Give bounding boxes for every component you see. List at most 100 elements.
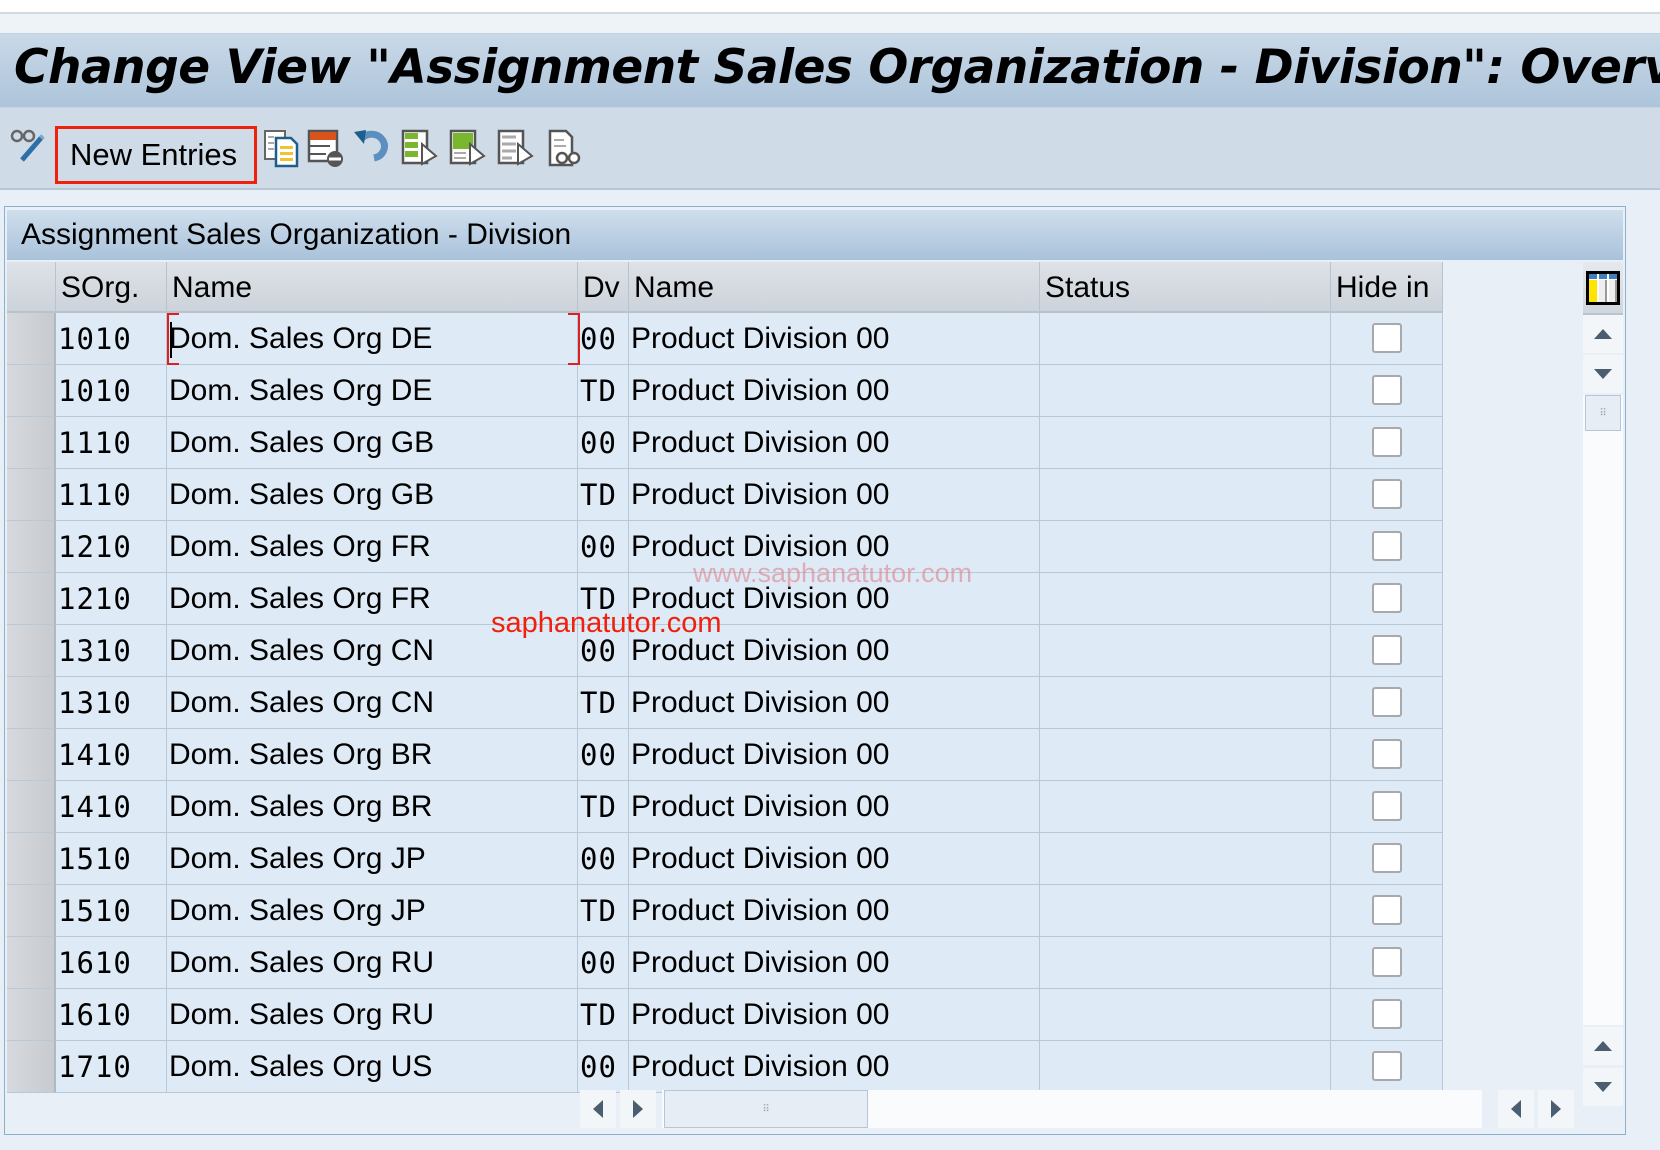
cell-name: Dom. Sales Org BR [167, 729, 578, 781]
cell-dv[interactable]: 00 [578, 313, 629, 365]
table-row: 1510 Dom. Sales Org JP TD Product Division … [7, 885, 1443, 937]
cell-sorg[interactable]: 1410 [56, 781, 167, 833]
row-selector[interactable] [7, 365, 56, 417]
display-change-icon[interactable] [8, 124, 48, 164]
cell-division-name: Product Division 00 [629, 1041, 1040, 1093]
cell-sorg[interactable]: 1010 [56, 313, 167, 365]
hide-in-checkbox[interactable] [1372, 739, 1402, 769]
row-selector[interactable] [7, 625, 56, 677]
cell-hide-in [1331, 573, 1443, 625]
hide-in-checkbox[interactable] [1372, 375, 1402, 405]
cell-dv[interactable]: 00 [578, 729, 629, 781]
cell-status [1040, 469, 1331, 521]
cell-hide-in [1331, 833, 1443, 885]
cell-dv[interactable]: 00 [578, 417, 629, 469]
cell-hide-in [1331, 365, 1443, 417]
print-icon[interactable] [546, 128, 586, 168]
row-selector[interactable] [7, 469, 56, 521]
cell-sorg[interactable]: 1610 [56, 989, 167, 1041]
cell-dv[interactable]: TD [578, 365, 629, 417]
new-entries-button[interactable]: New Entries [55, 126, 257, 184]
column-header-name[interactable]: Name [167, 262, 578, 313]
row-selector[interactable] [7, 937, 56, 989]
cell-dv[interactable]: 00 [578, 937, 629, 989]
column-header-hide-in[interactable]: Hide in [1331, 262, 1443, 313]
select-all-icon[interactable] [400, 128, 440, 168]
scroll-right-button[interactable] [620, 1090, 656, 1128]
cell-dv[interactable]: 00 [578, 1041, 629, 1093]
hide-in-checkbox[interactable] [1372, 323, 1402, 353]
hide-in-checkbox[interactable] [1372, 999, 1402, 1029]
cell-sorg[interactable]: 1110 [56, 469, 167, 521]
row-selector[interactable] [7, 573, 56, 625]
row-selector[interactable] [7, 313, 56, 365]
copy-as-icon[interactable] [262, 128, 302, 168]
cell-sorg[interactable]: 1610 [56, 937, 167, 989]
cell-sorg[interactable]: 1310 [56, 625, 167, 677]
cell-dv[interactable]: TD [578, 469, 629, 521]
hide-in-checkbox[interactable] [1372, 791, 1402, 821]
scroll-down-button[interactable] [1583, 355, 1623, 393]
row-selector[interactable] [7, 677, 56, 729]
delete-icon[interactable] [306, 128, 346, 168]
hide-in-checkbox[interactable] [1372, 947, 1402, 977]
cell-sorg[interactable]: 1210 [56, 573, 167, 625]
cell-dv[interactable]: 00 [578, 521, 629, 573]
hide-in-checkbox[interactable] [1372, 427, 1402, 457]
column-header-status[interactable]: Status [1040, 262, 1331, 313]
cell-dv[interactable]: TD [578, 677, 629, 729]
page-up-button[interactable] [1583, 1027, 1623, 1065]
row-selector[interactable] [7, 989, 56, 1041]
horizontal-scroll-thumb[interactable]: ⠿ [664, 1090, 868, 1128]
cell-dv[interactable]: TD [578, 989, 629, 1041]
column-header-division-name[interactable]: Name [629, 262, 1040, 313]
table-settings-button[interactable] [1583, 262, 1623, 315]
deselect-all-icon[interactable] [496, 128, 536, 168]
scroll-right-button-2[interactable] [1538, 1090, 1574, 1128]
scroll-track[interactable] [1583, 395, 1623, 1025]
row-selector[interactable] [7, 729, 56, 781]
row-selector[interactable] [7, 417, 56, 469]
cell-sorg[interactable]: 1310 [56, 677, 167, 729]
hide-in-checkbox[interactable] [1372, 895, 1402, 925]
cell-sorg[interactable]: 1010 [56, 365, 167, 417]
cell-sorg[interactable]: 1110 [56, 417, 167, 469]
scroll-up-button[interactable] [1583, 315, 1623, 353]
scroll-left-button[interactable] [580, 1090, 616, 1128]
row-selector[interactable] [7, 521, 56, 573]
hide-in-checkbox[interactable] [1372, 635, 1402, 665]
column-header-sorg[interactable]: SOrg. [56, 262, 167, 313]
scroll-thumb[interactable]: ⠿ [1585, 395, 1621, 431]
cell-sorg[interactable]: 1710 [56, 1041, 167, 1093]
cell-status [1040, 1041, 1331, 1093]
hide-in-checkbox[interactable] [1372, 1051, 1402, 1081]
row-selector[interactable] [7, 781, 56, 833]
hide-in-checkbox[interactable] [1372, 843, 1402, 873]
cell-dv[interactable]: TD [578, 885, 629, 937]
triangle-down-icon [1594, 1082, 1612, 1092]
cell-status [1040, 417, 1331, 469]
row-selector[interactable] [7, 885, 56, 937]
hide-in-checkbox[interactable] [1372, 531, 1402, 561]
row-selector[interactable] [7, 833, 56, 885]
scroll-left-button-2[interactable] [1498, 1090, 1534, 1128]
page-down-button[interactable] [1583, 1068, 1623, 1106]
column-header-dv[interactable]: Dv [578, 262, 629, 313]
select-all-rows-button[interactable] [7, 262, 56, 313]
cell-sorg[interactable]: 1410 [56, 729, 167, 781]
select-block-icon[interactable] [448, 128, 488, 168]
cell-sorg[interactable]: 1210 [56, 521, 167, 573]
cell-dv[interactable]: TD [578, 781, 629, 833]
cell-sorg[interactable]: 1510 [56, 885, 167, 937]
hide-in-checkbox[interactable] [1372, 583, 1402, 613]
cell-sorg[interactable]: 1510 [56, 833, 167, 885]
hide-in-checkbox[interactable] [1372, 479, 1402, 509]
undo-icon[interactable] [352, 124, 392, 164]
row-selector[interactable] [7, 1041, 56, 1093]
cell-status [1040, 313, 1331, 365]
cell-dv[interactable]: 00 [578, 833, 629, 885]
window-top-strip [0, 0, 1660, 14]
table-row: 1610 Dom. Sales Org RU 00 Product Division … [7, 937, 1443, 989]
hide-in-checkbox[interactable] [1372, 687, 1402, 717]
table-control: Assignment Sales Organization - Division… [4, 206, 1626, 1135]
